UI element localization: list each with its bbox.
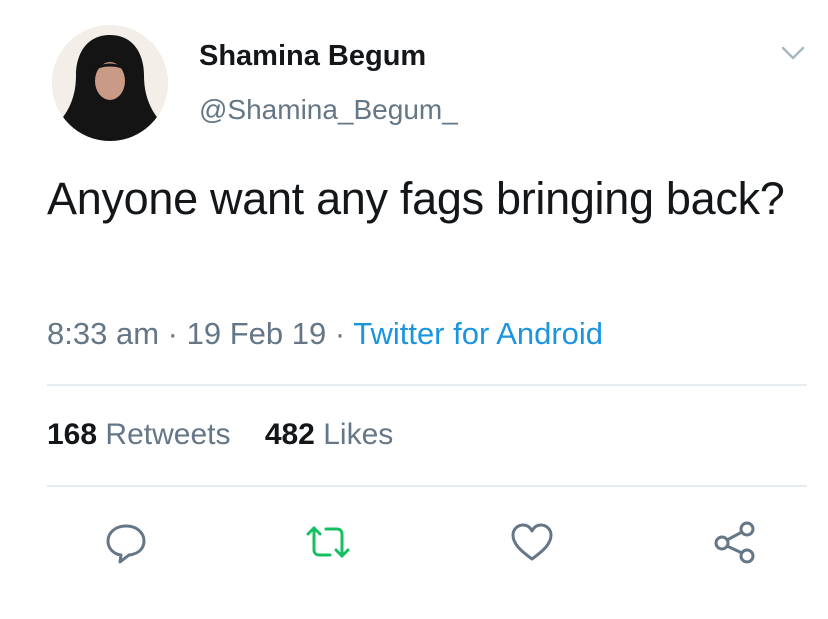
tweet-stats: 168 Retweets 482 Likes [47, 418, 393, 452]
likes-count: 482 [264, 418, 315, 451]
tweet-time: 8:33 am [47, 316, 160, 351]
tweet-source-link[interactable]: Twitter for Android [353, 316, 603, 351]
divider [47, 485, 807, 487]
chevron-down-icon[interactable] [780, 43, 806, 63]
user-handle[interactable]: @Shamina_Begum_ [199, 94, 458, 126]
tweet-text: Anyone want any fags bringing back? [47, 173, 785, 224]
reply-button[interactable] [101, 517, 151, 567]
likes-label: Likes [323, 418, 394, 451]
avatar-image [52, 25, 168, 141]
heart-icon [511, 523, 553, 561]
retweets-label: Retweets [105, 418, 231, 451]
divider [47, 384, 807, 386]
share-button[interactable] [710, 517, 760, 567]
like-button[interactable] [507, 517, 557, 567]
reply-icon [106, 524, 146, 564]
retweets-count: 168 [47, 418, 98, 451]
share-icon [714, 521, 755, 564]
retweet-icon [306, 526, 350, 558]
avatar[interactable] [52, 25, 168, 141]
retweets-stat[interactable]: 168 Retweets [47, 418, 239, 451]
likes-stat[interactable]: 482 Likes [265, 418, 393, 451]
display-name[interactable]: Shamina Begum [199, 40, 426, 73]
meta-separator: · [334, 316, 346, 351]
tweet-meta: 8:33 am · 19 Feb 19 · Twitter for Androi… [47, 316, 603, 352]
tweet-date: 19 Feb 19 [186, 316, 327, 351]
meta-separator: · [167, 316, 178, 351]
retweet-button[interactable] [303, 517, 353, 567]
